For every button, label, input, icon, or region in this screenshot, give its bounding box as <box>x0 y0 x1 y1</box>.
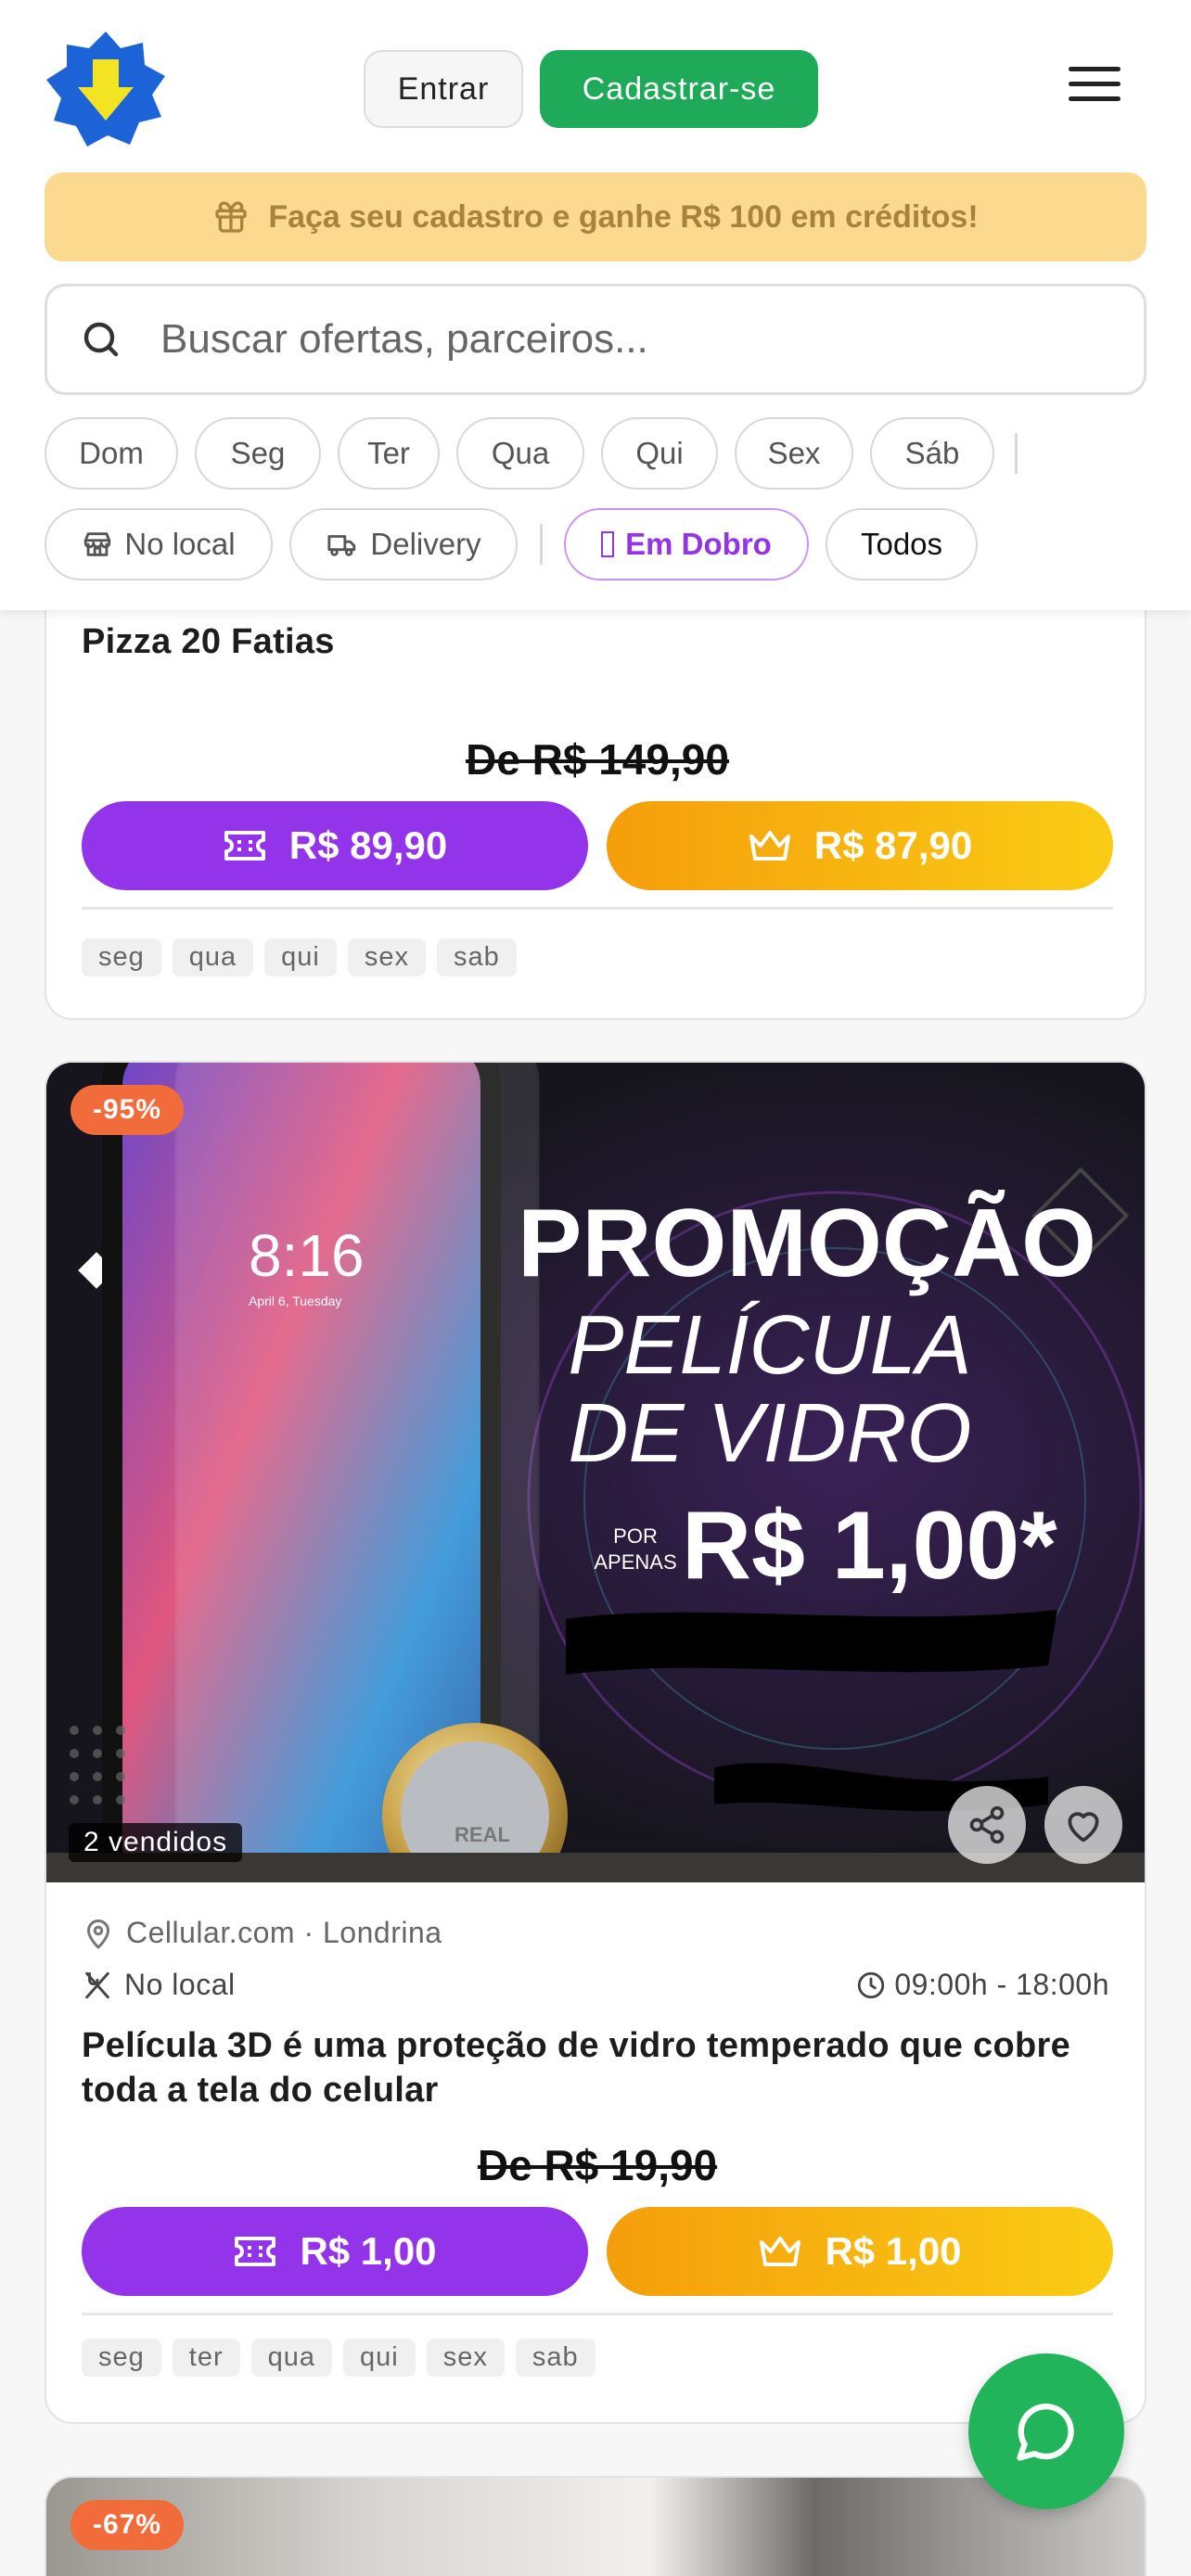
day-tag: ter <box>172 2339 240 2377</box>
day-tag: qui <box>343 2339 416 2377</box>
filter-no-local-label: No local <box>124 527 236 561</box>
offer-image[interactable] <box>46 2478 1145 2576</box>
offer-title: Película 3D é uma proteção de vidro temp… <box>82 2026 1071 2111</box>
day-chip-seg[interactable]: Seg <box>195 417 321 490</box>
promo-price-text: R$ 1,00* <box>682 1492 1057 1600</box>
day-chip-ter[interactable]: Ter <box>338 417 440 490</box>
opening-hours: 09:00h - 18:00h <box>855 1968 1109 2002</box>
original-price: De R$ 19,90 <box>477 2141 718 2189</box>
day-tag: sab <box>437 938 517 976</box>
premium-price-label: R$ 1,00 <box>825 2229 962 2273</box>
whatsapp-chat-button[interactable] <box>968 2353 1124 2509</box>
search-input[interactable] <box>160 316 1088 363</box>
day-chip-qui[interactable]: Qui <box>601 417 718 490</box>
promo-banner[interactable]: Faça seu cadastro e ganhe R$ 100 em créd… <box>45 172 1146 261</box>
offer-card[interactable]: -67% <box>45 2476 1146 2576</box>
day-chip-qua[interactable]: Qua <box>456 417 584 490</box>
offer-card[interactable]: 8:16 April 6, Tuesday REAL PROMOÇÃO PELÍ… <box>45 1061 1146 2424</box>
store-icon <box>84 532 111 556</box>
filter-em-dobro[interactable]: Em Dobro <box>564 508 809 580</box>
buy-price-button[interactable]: R$ 89,90 <box>82 801 588 890</box>
crown-icon <box>749 831 790 861</box>
promo-artwork: 8:16 April 6, Tuesday REAL PROMOÇÃO PELÍ… <box>46 1063 1145 1882</box>
promo-apenas-text: APENAS <box>594 1550 676 1574</box>
day-tag: seg <box>82 938 161 976</box>
clock-icon <box>858 1971 885 1998</box>
truck-icon <box>327 535 356 556</box>
day-tag: sex <box>347 938 426 976</box>
day-tags: seg ter qua qui sex sab <box>82 2339 596 2377</box>
sold-count-badge: 2 vendidos <box>69 1823 243 1862</box>
share-button[interactable] <box>948 1786 1026 1864</box>
buy-price-button[interactable]: R$ 1,00 <box>82 2207 588 2296</box>
search-bar[interactable] <box>45 284 1146 395</box>
day-tag: sex <box>426 2339 505 2377</box>
favorite-button[interactable] <box>1044 1786 1122 1864</box>
promo-headline-text: PROMOÇÃO <box>518 1190 1096 1297</box>
promo-subline-text: DE VIDRO <box>568 1387 971 1480</box>
card-divider <box>82 2313 1113 2315</box>
share-icon <box>969 1805 1005 1844</box>
missing-glyph-icon <box>601 531 615 557</box>
day-chip-dom[interactable]: Dom <box>45 417 178 490</box>
heart-icon <box>1068 1812 1099 1843</box>
filter-divider <box>1015 433 1018 474</box>
card-divider <box>82 907 1113 910</box>
login-button[interactable]: Entrar <box>364 50 523 128</box>
premium-price-button[interactable]: R$ 87,90 <box>607 801 1113 890</box>
day-tags: seg qua qui sex sab <box>82 938 517 976</box>
ticket-icon <box>235 2237 276 2266</box>
filter-todos[interactable]: Todos <box>826 508 978 580</box>
chat-bubble-icon <box>1017 2404 1074 2461</box>
app-logo[interactable] <box>41 28 171 150</box>
price-label: R$ 89,90 <box>288 823 448 867</box>
gift-icon <box>215 201 247 233</box>
utensils-icon <box>85 1971 109 1998</box>
day-chip-sab[interactable]: Sáb <box>870 417 994 490</box>
filter-delivery-label: Delivery <box>370 527 481 561</box>
price-label: R$ 1,00 <box>300 2229 437 2273</box>
crown-icon <box>760 2237 801 2266</box>
filter-em-dobro-label: Em Dobro <box>625 527 772 561</box>
offer-image[interactable]: 8:16 April 6, Tuesday REAL PROMOÇÃO PELÍ… <box>46 1063 1145 1882</box>
filter-no-local[interactable]: No local <box>45 508 273 580</box>
ticket-icon <box>224 831 265 861</box>
partner-row[interactable]: Cellular.com · Londrina <box>82 1916 442 1950</box>
original-price: De R$ 149,90 <box>466 735 729 784</box>
discount-badge: -67% <box>70 2500 185 2550</box>
signup-button[interactable]: Cadastrar-se <box>540 50 818 128</box>
partner-name: Cellular.com · Londrina <box>126 1916 442 1949</box>
day-tag: qua <box>172 938 254 976</box>
promo-subline-text: PELÍCULA <box>568 1299 971 1392</box>
service-mode-row: No local <box>82 1968 236 2002</box>
search-icon <box>83 322 119 357</box>
map-pin-icon <box>87 1919 109 1948</box>
top-header: Entrar Cadastrar-se Faça seu cadastro e … <box>0 0 1191 610</box>
premium-price-label: R$ 87,90 <box>813 823 973 867</box>
promo-text: Faça seu cadastro e ganhe R$ 100 em créd… <box>268 198 979 235</box>
filter-divider <box>540 524 543 565</box>
discount-badge: -95% <box>70 1085 185 1135</box>
day-chip-sex[interactable]: Sex <box>735 417 853 490</box>
coin-text: REAL <box>455 1823 510 1846</box>
offer-title: Pizza 20 Fatias <box>82 622 335 661</box>
day-tag: sab <box>515 2339 596 2377</box>
promo-por-text: POR <box>613 1524 658 1548</box>
filter-delivery[interactable]: Delivery <box>289 508 518 580</box>
day-tag: qui <box>264 938 337 976</box>
day-tag: seg <box>82 2339 161 2377</box>
premium-price-button[interactable]: R$ 1,00 <box>607 2207 1113 2296</box>
day-tag: qua <box>250 2339 332 2377</box>
service-mode: No local <box>124 1968 236 2001</box>
hamburger-menu-icon[interactable] <box>1069 67 1121 111</box>
opening-hours-text: 09:00h - 18:00h <box>894 1968 1109 2001</box>
